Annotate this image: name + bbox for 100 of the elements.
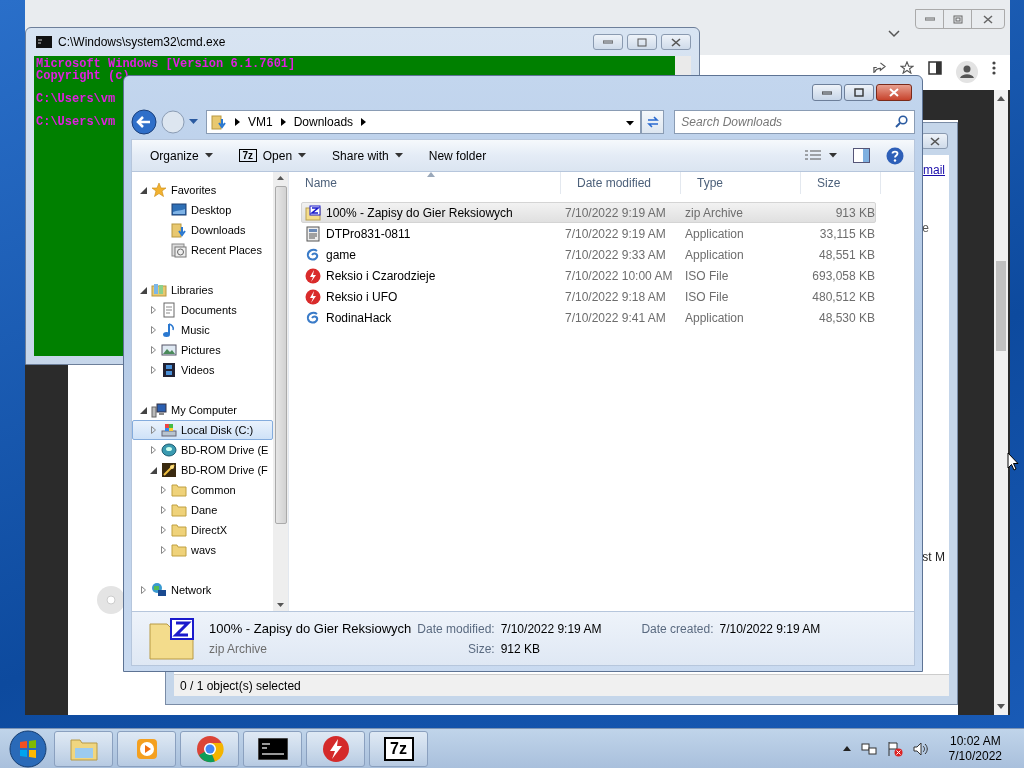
close-button[interactable] (921, 133, 948, 149)
maximize-button[interactable] (627, 34, 657, 50)
field-value: 912 KB (500, 642, 542, 656)
breadcrumb-arrow-icon[interactable] (280, 117, 286, 126)
breadcrumb[interactable]: Downloads (293, 114, 354, 129)
file-row[interactable]: DTPro831-0811 7/10/2022 9:19 AM Application 33,115 KB (301, 223, 876, 244)
console-line: C:\Users\vm (36, 92, 116, 106)
clock[interactable]: 10:02 AM 7/10/2022 (948, 733, 1002, 764)
console-app-icon[interactable] (243, 730, 302, 767)
scrollbar-thumb[interactable] (274, 186, 287, 524)
refresh-button[interactable] (641, 109, 665, 134)
tree-item[interactable]: Dane (132, 500, 273, 520)
preview-pane-button[interactable] (853, 148, 870, 163)
side-panel-icon[interactable] (928, 61, 942, 75)
browser-app-icon[interactable] (180, 730, 239, 767)
tree-item[interactable]: Favorites (132, 180, 273, 200)
close-icon (671, 37, 681, 47)
console-line: C:\Users\vm (36, 115, 116, 129)
console-line: Microsoft Windows [Version 6.1.7601] (36, 57, 296, 71)
menu-icon[interactable] (992, 61, 996, 75)
file-row[interactable]: game 7/10/2022 9:33 AM Application 48,551 KB (301, 244, 876, 265)
profile-icon[interactable] (956, 61, 978, 83)
caret-icon (394, 153, 403, 158)
table-cell-text: ISO File (684, 289, 730, 304)
tree-item[interactable]: DirectX (132, 520, 273, 540)
tree-item[interactable]: BD-ROM Drive (E (132, 440, 273, 460)
status-text: 0 / 1 object(s) selected (180, 678, 302, 693)
search-field[interactable]: Search Downloads (674, 109, 915, 134)
back-button[interactable] (131, 108, 157, 135)
table-cell-text: 480,512 KB (811, 289, 875, 304)
console-icon (36, 36, 52, 48)
tree-item[interactable]: BD-ROM Drive (F (132, 460, 273, 480)
view-options-button[interactable] (805, 149, 837, 162)
table-cell-text: zip Archive (684, 205, 745, 220)
tree-item[interactable]: wavs (132, 540, 273, 560)
file-row[interactable]: Reksio i Czarodzieje 7/10/2022 10:00 AM ISO File 693,058 KB (301, 265, 876, 286)
toolbar-menu-button[interactable]: Share with (324, 144, 411, 167)
scrollbar[interactable] (994, 90, 1008, 715)
folder-download-icon (211, 113, 227, 130)
breadcrumb-arrow-icon[interactable] (235, 117, 240, 126)
minimize-button[interactable] (812, 84, 842, 101)
breadcrumb-arrow-icon[interactable] (361, 117, 367, 126)
network-icon[interactable] (860, 740, 877, 757)
tree-item[interactable]: Videos (132, 360, 273, 380)
disc-drive-icon (161, 442, 177, 458)
scrollbar-thumb[interactable] (996, 261, 1006, 351)
maximize-button[interactable] (844, 84, 874, 101)
speaker-icon[interactable] (912, 740, 929, 757)
file-name: DTPro831-0811 (326, 226, 411, 241)
chevron-down-icon[interactable] (888, 30, 900, 38)
sort-arrow-icon (427, 172, 435, 177)
tree-item[interactable]: Music (132, 320, 273, 340)
close-button[interactable] (661, 34, 691, 50)
star-icon[interactable] (900, 61, 914, 74)
start-button[interactable] (8, 729, 48, 768)
history-dropdown-icon[interactable] (189, 118, 198, 125)
toolbar-menu-button[interactable]: Organize (142, 144, 221, 167)
file-row[interactable]: RodinaHack 7/10/2022 9:41 AM Application 48,530 KB (301, 307, 876, 328)
tree-item[interactable]: Libraries (132, 280, 273, 300)
tree-item[interactable]: Desktop (132, 200, 273, 220)
column-header[interactable]: Size (801, 172, 881, 194)
minimize-button[interactable] (593, 34, 623, 50)
flag-alert-icon[interactable] (886, 740, 903, 757)
file-name: Reksio i UFO (326, 289, 398, 304)
file-name: Reksio i Czarodzieje (326, 268, 436, 283)
minimize-icon (924, 17, 935, 21)
tree-item[interactable]: Pictures (132, 340, 273, 360)
tree-item[interactable]: Recent Places (132, 240, 273, 260)
file-name: 100% - Zapisy do Gier Reksiowych (209, 621, 412, 636)
share-icon[interactable] (873, 61, 886, 74)
column-header[interactable]: Date modified (561, 172, 681, 194)
file-row[interactable]: Reksio i UFO 7/10/2022 9:18 AM ISO File 480,512 KB (301, 286, 876, 307)
close-icon (889, 88, 899, 97)
tree-item[interactable]: Local Disk (C:) (132, 420, 273, 440)
show-hidden-icons-button[interactable] (842, 746, 851, 751)
scrollbar[interactable] (273, 172, 288, 611)
close-icon (929, 136, 940, 146)
scroll-arrow-icon (277, 176, 284, 180)
breadcrumb[interactable]: VM1 (248, 114, 273, 129)
archiver-app-icon[interactable]: 7z (369, 730, 428, 767)
address-bar[interactable]: VM1 Downloads (206, 109, 642, 134)
tree-item[interactable]: Documents (132, 300, 273, 320)
table-cell-text: 7/10/2022 9:19 AM (564, 205, 667, 220)
field-label: Date modified: (417, 621, 495, 636)
column-header[interactable]: Type (681, 172, 801, 194)
lightning-app-icon[interactable] (306, 730, 365, 767)
swirl-icon (305, 309, 321, 326)
help-button[interactable] (886, 146, 904, 165)
close-button[interactable] (876, 84, 912, 101)
tree-item[interactable]: Downloads (132, 220, 273, 240)
tree-item[interactable]: Network (132, 580, 273, 600)
swirl-icon (305, 246, 321, 263)
file-name: RodinaHack (326, 310, 392, 325)
open-button[interactable]: 7z Open (230, 144, 315, 167)
new-folder-button[interactable]: New folder (420, 144, 495, 167)
file-row[interactable]: 100% - Zapisy do Gier Reksiowych 7/10/2022 9:19 AM zip Archive 913 KB (301, 202, 876, 223)
media-player-icon[interactable] (117, 730, 176, 767)
email-link[interactable]: mail (923, 163, 945, 177)
tree-item[interactable]: My Computer (132, 400, 273, 420)
tree-item[interactable]: Common (132, 480, 273, 500)
